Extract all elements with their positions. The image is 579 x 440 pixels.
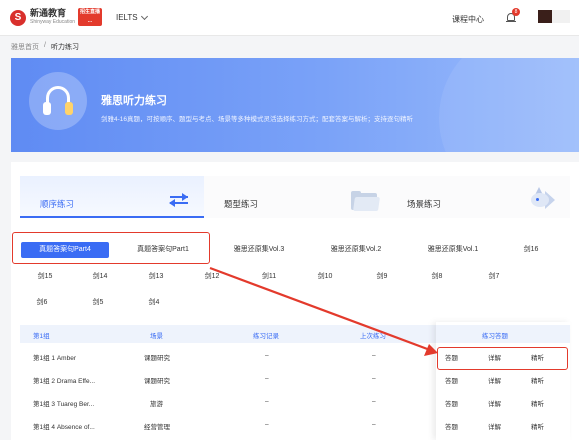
chip-vol3[interactable]: 雅思还原集Vol.3 xyxy=(224,242,294,258)
course-center-link[interactable]: 课程中心 xyxy=(452,14,484,25)
chip-cam5[interactable]: 剑5 xyxy=(83,295,113,311)
logo-mark-icon: S xyxy=(10,10,26,26)
tab-label: 题型练习 xyxy=(224,199,259,209)
breadcrumb-separator: / xyxy=(44,42,46,49)
annotation-box-chips xyxy=(12,232,210,264)
answer-button[interactable]: 答题 xyxy=(445,398,458,408)
header-scene: 场景 xyxy=(150,333,163,340)
fish-icon xyxy=(527,187,555,213)
header-group: 第1组 xyxy=(33,333,50,340)
annotation-box-actions xyxy=(437,347,568,370)
intensive-listen-button[interactable]: 精听 xyxy=(531,375,544,385)
chip-cam14[interactable]: 剑14 xyxy=(85,269,115,285)
breadcrumb-home[interactable]: 雅思首页 xyxy=(11,42,39,52)
chip-vol2[interactable]: 雅思还原集Vol.2 xyxy=(321,242,391,258)
chip-cam6[interactable]: 剑6 xyxy=(27,295,57,311)
tab-question-type[interactable]: 题型练习 xyxy=(204,176,387,218)
header-actions: 练习答题 xyxy=(482,333,508,340)
breadcrumb-current: 听力练习 xyxy=(50,44,79,51)
chip-cam15[interactable]: 剑15 xyxy=(30,269,60,285)
notification-badge: 8 xyxy=(512,8,520,16)
explanation-button[interactable]: 详解 xyxy=(488,421,501,431)
chip-cam7[interactable]: 剑7 xyxy=(479,269,509,285)
tab-sequential[interactable]: 顺序练习 xyxy=(20,176,204,218)
username-area[interactable] xyxy=(552,10,570,23)
chevron-down-icon xyxy=(140,12,148,20)
chip-cam10[interactable]: 剑10 xyxy=(310,269,340,285)
actions-column: 练习答题 答题 详解 精听 答题 详解 精听 答题 详解 精听 答题 详解 精听 xyxy=(436,322,570,440)
page-title: 雅思听力练习 xyxy=(101,95,167,107)
chip-cam9[interactable]: 剑9 xyxy=(367,269,397,285)
explanation-button[interactable]: 详解 xyxy=(488,398,501,408)
logo[interactable]: S 新通教育 Shinyway Education xyxy=(10,9,75,27)
intensive-listen-button[interactable]: 精听 xyxy=(531,398,544,408)
tab-label: 顺序练习 xyxy=(40,199,75,209)
chip-cam16[interactable]: 剑16 xyxy=(516,242,546,258)
logo-name: 新通教育 xyxy=(30,8,67,18)
chip-cam12[interactable]: 剑12 xyxy=(197,269,227,285)
chip-cam8[interactable]: 剑8 xyxy=(422,269,452,285)
explanation-button[interactable]: 详解 xyxy=(488,375,501,385)
header-last-practice: 上次练习 xyxy=(360,333,386,340)
top-nav: S 新通教育 Shinyway Education 招生直播 ... IELTS… xyxy=(0,0,579,36)
chip-cam11[interactable]: 剑11 xyxy=(254,269,284,285)
swap-arrows-icon xyxy=(168,193,190,207)
chip-cam4[interactable]: 剑4 xyxy=(139,295,169,311)
header-record: 练习记录 xyxy=(253,333,279,340)
hero-banner: 雅思听力练习 剑雅4-16真题，可按顺序、题型与考点、场景等多种模式灵活选择练习… xyxy=(11,58,579,152)
tab-scene[interactable]: 场景练习 xyxy=(387,176,570,218)
page-subtitle: 剑雅4-16真题，可按顺序、题型与考点、场景等多种模式灵活选择练习方式；配套答案… xyxy=(101,116,414,123)
promo-badge[interactable]: 招生直播 ... xyxy=(78,8,102,26)
practice-panel: 顺序练习 题型练习 场景练习 真题答案句Part4 真题答案句Part1 雅思还… xyxy=(11,162,579,440)
headphones-icon xyxy=(29,72,87,130)
avatar[interactable] xyxy=(538,10,552,23)
intensive-listen-button[interactable]: 精听 xyxy=(531,421,544,431)
exam-selector[interactable]: IELTS xyxy=(116,12,148,22)
logo-english: Shinyway Education xyxy=(30,19,76,25)
answer-button[interactable]: 答题 xyxy=(445,375,458,385)
exam-selector-label: IELTS xyxy=(116,13,138,22)
breadcrumb: 雅思首页 / 听力练习 xyxy=(11,42,79,52)
tab-label: 场景练习 xyxy=(407,199,442,209)
chip-vol1[interactable]: 雅思还原集Vol.1 xyxy=(418,242,488,258)
folder-icon xyxy=(351,191,380,211)
answer-button[interactable]: 答题 xyxy=(445,421,458,431)
chip-cam13[interactable]: 剑13 xyxy=(141,269,171,285)
